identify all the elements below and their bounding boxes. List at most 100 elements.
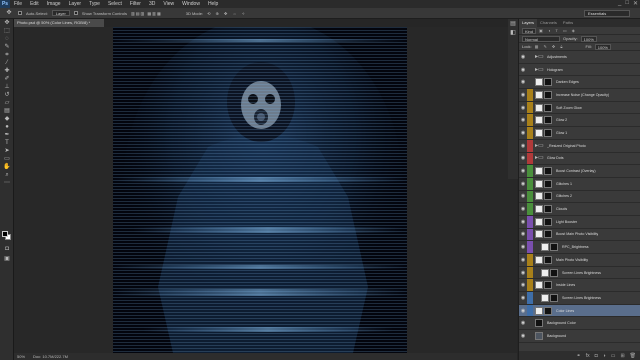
menu-image[interactable]: Image xyxy=(43,1,65,7)
layer-row[interactable]: ◉ Screen Lines Brightness xyxy=(519,292,640,305)
layer-mask-thumbnail[interactable] xyxy=(544,128,552,137)
layer-mask-thumbnail[interactable] xyxy=(544,255,552,264)
visibility-eye-icon[interactable]: ◉ xyxy=(519,330,527,342)
menu-select[interactable]: Select xyxy=(104,1,126,7)
visibility-eye-icon[interactable]: ◉ xyxy=(519,114,527,126)
history-panel-icon[interactable]: ▤ xyxy=(509,21,517,28)
filter-icons[interactable]: ▣ ◑ T ▭ ◈ xyxy=(539,28,577,33)
path-select-icon[interactable]: ➤ xyxy=(2,148,12,155)
tab-paths[interactable]: Paths xyxy=(560,19,576,27)
layer-thumbnail[interactable] xyxy=(535,78,543,87)
layer-name[interactable]: Glow 1 xyxy=(556,131,567,135)
minimize-button[interactable]: _ xyxy=(618,0,621,7)
layer-thumbnail[interactable] xyxy=(541,243,549,252)
menu-edit[interactable]: Edit xyxy=(26,1,43,7)
layer-mask-thumbnail[interactable] xyxy=(550,268,558,277)
layer-name[interactable]: Boost Contrast (Overlay) xyxy=(556,169,596,173)
layer-row[interactable]: ◉ Increase Noise (Change Opacity) xyxy=(519,89,640,102)
layer-row[interactable]: ◉ RPC_Brightness xyxy=(519,241,640,254)
layer-name[interactable]: Glitches 2 xyxy=(556,194,572,198)
layer-row[interactable]: ◉ Clouds xyxy=(519,203,640,216)
layer-mask-thumbnail[interactable] xyxy=(544,205,552,214)
group-folder-icon[interactable]: ▸▭ xyxy=(535,53,544,61)
align-icons[interactable]: ▥▤▥ ▦▥▦ xyxy=(131,11,162,16)
visibility-eye-icon[interactable]: ◉ xyxy=(519,102,527,114)
visibility-eye-icon[interactable]: ◉ xyxy=(519,229,527,241)
visibility-eye-icon[interactable]: ◉ xyxy=(519,241,527,253)
visibility-eye-icon[interactable]: ◉ xyxy=(519,64,527,76)
foreground-color-swatch[interactable] xyxy=(2,231,8,237)
history-brush-icon[interactable]: ↺ xyxy=(2,92,12,99)
auto-select-checkbox[interactable] xyxy=(18,11,22,15)
fx-icon[interactable]: fx xyxy=(586,353,590,359)
layer-row[interactable]: ◉ Glow 1 xyxy=(519,127,640,140)
crop-icon[interactable]: ⌗ xyxy=(2,52,12,59)
menu-help[interactable]: Help xyxy=(204,1,222,7)
visibility-eye-icon[interactable]: ◉ xyxy=(519,191,527,203)
marquee-icon[interactable]: ⬚ xyxy=(2,28,12,35)
quick-select-icon[interactable]: ✎ xyxy=(2,44,12,51)
zoom-icon[interactable]: ⌕ xyxy=(2,172,12,179)
layer-name[interactable]: Screen Lines Brightness xyxy=(562,271,601,275)
layer-mask-thumbnail[interactable] xyxy=(544,217,552,226)
auto-select-dropdown[interactable]: Layer xyxy=(51,10,70,16)
layer-thumbnail[interactable] xyxy=(541,293,549,302)
layer-thumbnail[interactable] xyxy=(535,103,543,112)
layer-name[interactable]: Screen Lines Brightness xyxy=(562,296,601,300)
layer-row[interactable]: ◉ Glitches 1 xyxy=(519,177,640,191)
visibility-eye-icon[interactable]: ◉ xyxy=(519,165,527,177)
screen-mode-icon[interactable]: ▣ xyxy=(2,256,12,263)
shape-icon[interactable]: ▭ xyxy=(2,156,12,163)
layer-name[interactable]: Background Color xyxy=(547,321,576,325)
layer-name[interactable]: Increase Noise (Change Opacity) xyxy=(556,93,609,97)
layer-name[interactable]: Glow 2 xyxy=(556,118,567,122)
layer-row[interactable]: ◉ Light Booster xyxy=(519,215,640,229)
eraser-icon[interactable]: ▱ xyxy=(2,100,12,107)
menu-filter[interactable]: Filter xyxy=(126,1,145,7)
layer-name[interactable]: _Resized Original Photo xyxy=(547,144,586,148)
layer-mask-thumbnail[interactable] xyxy=(544,78,552,87)
visibility-eye-icon[interactable]: ◉ xyxy=(519,267,527,279)
collapsed-panel-dock[interactable]: ▤ ◧ xyxy=(508,19,518,179)
folder-icon[interactable]: ▭ xyxy=(611,353,616,359)
image-canvas[interactable] xyxy=(113,27,407,353)
close-button[interactable]: ✕ xyxy=(633,0,638,7)
layer-row[interactable]: ◉ Main Photo Visibility xyxy=(519,254,640,267)
visibility-eye-icon[interactable]: ◉ xyxy=(519,317,527,329)
layer-name[interactable]: Main Photo Visibility xyxy=(556,258,588,262)
layer-thumbnail[interactable] xyxy=(535,255,543,264)
visibility-eye-icon[interactable]: ◉ xyxy=(519,178,527,190)
layer-mask-thumbnail[interactable] xyxy=(544,230,552,239)
fill-input[interactable]: 100% xyxy=(594,43,611,50)
visibility-eye-icon[interactable]: ◉ xyxy=(519,89,527,101)
eyedropper-icon[interactable]: ⁄ xyxy=(2,60,12,67)
pen-icon[interactable]: ✒ xyxy=(2,132,12,139)
layer-thumbnail[interactable] xyxy=(535,230,543,239)
group-folder-icon[interactable]: ▸▭ xyxy=(535,66,544,74)
zoom-level[interactable]: 50% xyxy=(17,354,25,359)
3d-tools-icons[interactable]: ⟲ ⊕ ✥ ⇔ ✧ xyxy=(207,11,247,16)
quick-mask-icon[interactable]: ◘ xyxy=(2,246,12,253)
layer-name[interactable]: Glitches 1 xyxy=(556,182,572,186)
menu-3d[interactable]: 3D xyxy=(145,1,159,7)
gradient-icon[interactable]: ▤ xyxy=(2,108,12,115)
layer-row[interactable]: ◉ Glitches 2 xyxy=(519,190,640,204)
group-folder-icon[interactable]: ▸▭ xyxy=(535,142,544,150)
layer-mask-thumbnail[interactable] xyxy=(544,103,552,112)
layer-mask-thumbnail[interactable] xyxy=(550,243,558,252)
layer-row[interactable]: ◉ Boost Contrast (Overlay) xyxy=(519,165,640,178)
kind-filter-dropdown[interactable]: Kind xyxy=(522,27,537,34)
tab-layers[interactable]: Layers xyxy=(519,19,538,27)
layer-thumbnail[interactable] xyxy=(535,90,543,99)
dodge-icon[interactable]: ● xyxy=(2,124,12,131)
more-tools-icon[interactable]: ⋯ xyxy=(2,180,12,187)
visibility-eye-icon[interactable]: ◉ xyxy=(519,127,527,139)
layer-row[interactable]: ◉ Darken Edges xyxy=(519,76,640,90)
healing-brush-icon[interactable]: ✚ xyxy=(2,68,12,75)
transform-controls-checkbox[interactable] xyxy=(73,11,78,15)
layer-mask-thumbnail[interactable] xyxy=(544,192,552,201)
type-icon[interactable]: T xyxy=(2,140,12,147)
layer-thumbnail[interactable] xyxy=(535,281,543,290)
mask-icon[interactable]: ◘ xyxy=(595,353,598,359)
lasso-icon[interactable]: ◌ xyxy=(2,36,12,43)
